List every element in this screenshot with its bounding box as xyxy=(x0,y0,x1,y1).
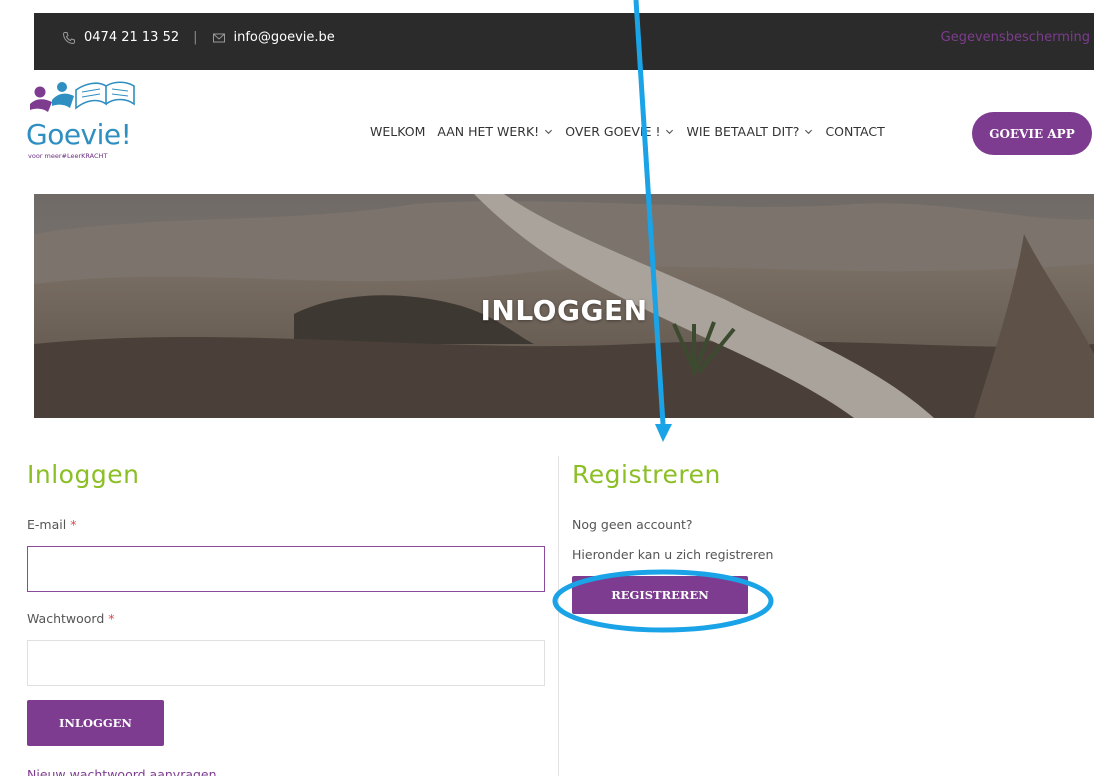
email-label: E-mail * xyxy=(27,517,547,532)
mail-icon xyxy=(212,33,225,42)
nav-item-label: CONTACT xyxy=(825,124,885,139)
phone-icon xyxy=(62,31,75,44)
separator: | xyxy=(193,30,198,45)
login-heading: Inloggen xyxy=(27,460,140,489)
login-button[interactable]: INLOGGEN xyxy=(27,700,164,746)
required-mark: * xyxy=(70,517,77,532)
email-address[interactable]: info@goevie.be xyxy=(234,30,335,45)
hero-title: INLOGGEN xyxy=(480,294,648,327)
nav-item-label: WIE BETAALT DIT? xyxy=(686,124,800,139)
forgot-password-link[interactable]: Nieuw wachtwoord aanvragen xyxy=(27,767,217,776)
chevron-down-icon xyxy=(666,129,674,135)
nav-item-over-goevie[interactable]: OVER GOEVIE ! xyxy=(565,124,674,139)
nav-item-label: WELKOM xyxy=(370,124,426,139)
no-account-text: Nog geen account? xyxy=(572,517,693,532)
nav-item-aan-het-werk[interactable]: AAN HET WERK! xyxy=(437,124,553,139)
logo-figures-icon xyxy=(30,81,135,112)
annotation-arrow-head-icon xyxy=(655,424,672,442)
required-mark: * xyxy=(108,611,115,626)
register-button[interactable]: REGISTREREN xyxy=(572,576,748,614)
register-hint-text: Hieronder kan u zich registreren xyxy=(572,547,774,562)
chevron-down-icon xyxy=(805,129,813,135)
goevie-app-button[interactable]: GOEVIE APP xyxy=(972,112,1092,155)
password-label: Wachtwoord * xyxy=(27,611,547,626)
nav-item-label: AAN HET WERK! xyxy=(437,124,540,139)
phone-number[interactable]: 0474 21 13 52 xyxy=(84,30,179,45)
nav-item-wie-betaalt-dit[interactable]: WIE BETAALT DIT? xyxy=(686,124,813,139)
column-divider xyxy=(558,456,559,776)
main-navigation: WELKOM AAN HET WERK! OVER GOEVIE ! WIE B… xyxy=(370,124,885,139)
login-section: Inloggen E-mail * Wachtwoord * INLOGGEN Ni… xyxy=(27,460,547,776)
contact-info: 0474 21 13 52 | info@goevie.be xyxy=(62,30,335,45)
nav-item-label: OVER GOEVIE ! xyxy=(565,124,661,139)
register-heading: Registreren xyxy=(572,460,721,489)
hero-banner: INLOGGEN xyxy=(34,194,1094,418)
nav-item-contact[interactable]: CONTACT xyxy=(825,124,884,139)
logo-wordmark: Goevie! xyxy=(26,118,132,151)
nav-item-welkom[interactable]: WELKOM xyxy=(370,124,425,139)
chevron-down-icon xyxy=(545,129,553,135)
privacy-link[interactable]: Gegevensbescherming xyxy=(941,30,1090,45)
register-section: Registreren Nog geen account? Hieronder … xyxy=(572,460,1072,614)
password-input[interactable] xyxy=(27,640,545,686)
logo-tagline: voor meer#LeerKRACHT xyxy=(28,152,108,160)
goevie-logo[interactable]: Goevie! voor meer#LeerKRACHT xyxy=(26,78,146,160)
password-label-text: Wachtwoord xyxy=(27,611,105,626)
top-bar: 0474 21 13 52 | info@goevie.be Gegevensb… xyxy=(34,13,1094,70)
email-input[interactable] xyxy=(27,546,545,592)
email-label-text: E-mail xyxy=(27,517,67,532)
site-header: Goevie! voor meer#LeerKRACHT WELKOM AAN … xyxy=(26,70,1094,194)
